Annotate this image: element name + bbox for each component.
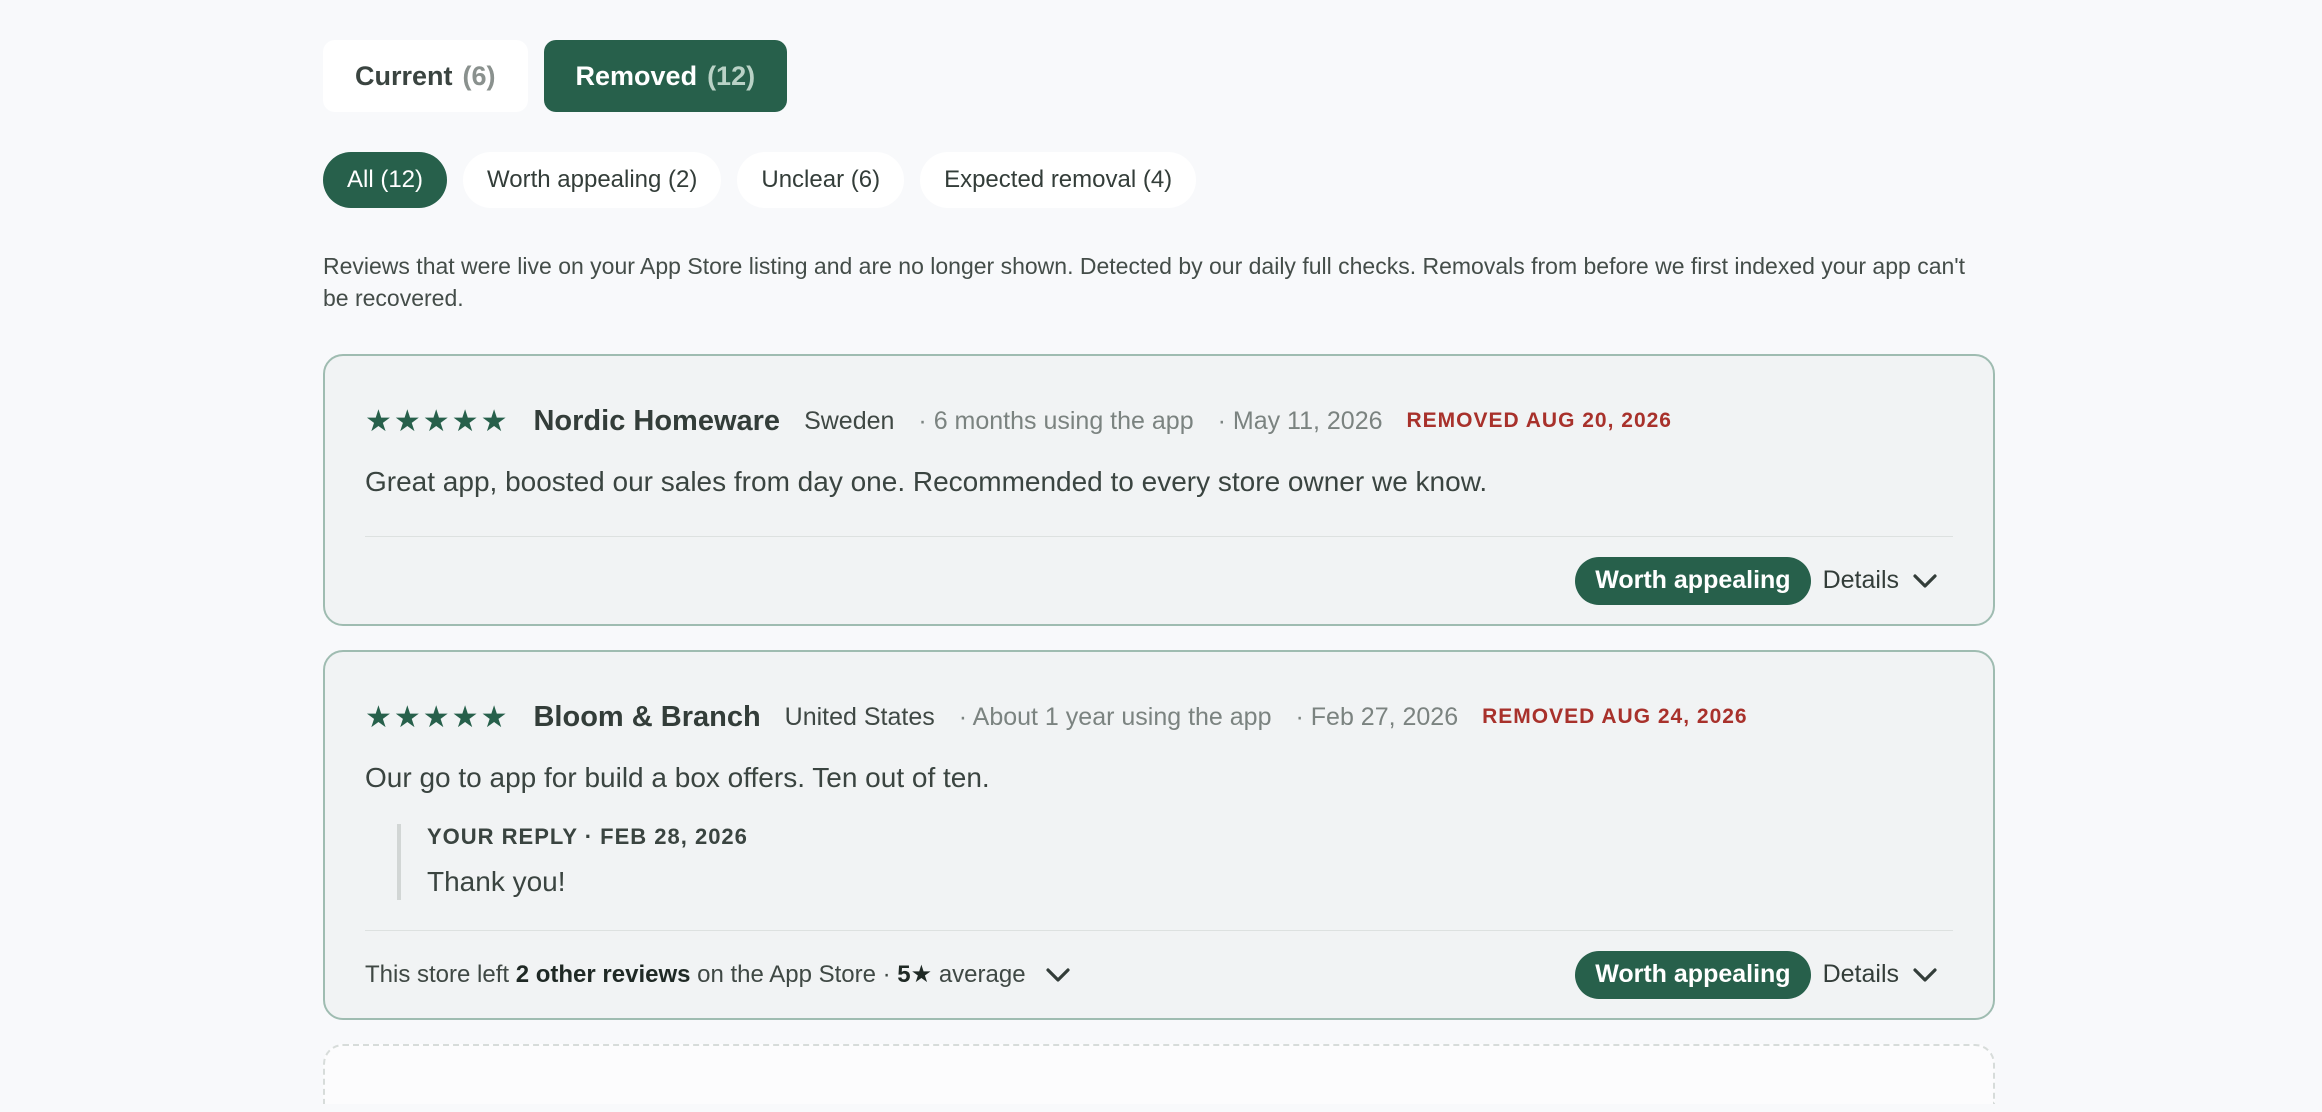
filter-pills: All (12) Worth appealing (2) Unclear (6)… [323, 152, 1995, 208]
chevron-down-icon [1913, 967, 1937, 982]
details-label: Details [1822, 960, 1899, 988]
reply-label: YOUR REPLY · FEB 28, 2026 [427, 824, 748, 849]
removed-date: REMOVED AUG 20, 2026 [1406, 409, 1672, 432]
chevron-down-icon [1913, 573, 1937, 588]
review-header: ★★★★★ Nordic Homeware Sweden · 6 months … [365, 356, 1953, 444]
usage-duration: · About 1 year using the app [958, 702, 1272, 731]
tab-label: Current [355, 60, 453, 91]
filter-unclear[interactable]: Unclear (6) [737, 152, 905, 208]
tab-count: (12) [707, 60, 756, 91]
review-header: ★★★★★ Bloom & Branch United States · Abo… [365, 652, 1953, 740]
removed-reviews-page: Current (6) Removed (12) All (12) Worth … [323, 40, 1995, 1104]
other-reviews-count: 2 other reviews [515, 960, 691, 988]
details-toggle[interactable]: Details [1823, 960, 1937, 989]
footer-suffix: average [932, 960, 1026, 988]
review-card: ★★★★★ Nordic Homeware Sweden · 6 months … [323, 354, 1995, 626]
review-footer: This store left 2 other reviews on the A… [365, 930, 1953, 1018]
review-date: · May 11, 2026 [1217, 406, 1383, 435]
filter-all[interactable]: All (12) [323, 152, 448, 208]
review-text: Our go to app for build a box offers. Te… [365, 762, 990, 793]
review-card-partial [323, 1044, 1995, 1104]
worth-appealing-badge[interactable]: Worth appealing [1575, 556, 1811, 605]
tab-removed[interactable]: Removed (12) [543, 40, 788, 112]
footer-prefix: This store left [365, 960, 516, 988]
details-toggle[interactable]: Details [1823, 566, 1937, 595]
review-footer: Worth appealing Details [365, 536, 1953, 624]
review-card: ★★★★★ Bloom & Branch United States · Abo… [323, 650, 1995, 1020]
store-country: United States [784, 702, 935, 731]
usage-duration: · 6 months using the app [918, 406, 1194, 435]
tab-label: Removed [575, 60, 698, 91]
section-description: Reviews that were live on your App Store… [323, 253, 1966, 311]
review-date: · Feb 27, 2026 [1295, 702, 1459, 731]
tab-current[interactable]: Current (6) [323, 40, 528, 112]
store-reply: YOUR REPLY · FEB 28, 2026 Thank you! [397, 824, 1953, 900]
tab-count: (6) [462, 60, 496, 91]
review-actions: Worth appealing Details [1575, 556, 1937, 605]
filter-expected-removal[interactable]: Expected removal (4) [920, 152, 1197, 208]
store-name: Bloom & Branch [533, 700, 761, 733]
star-rating: ★★★★★ [365, 700, 510, 734]
store-country: Sweden [804, 406, 895, 435]
review-text: Great app, boosted our sales from day on… [365, 466, 1488, 497]
star-rating: ★★★★★ [365, 404, 510, 438]
details-label: Details [1822, 566, 1899, 594]
store-name: Nordic Homeware [533, 404, 781, 437]
review-tabs: Current (6) Removed (12) [323, 40, 1995, 112]
chevron-down-icon [1045, 967, 1070, 982]
other-reviews-toggle[interactable]: This store left 2 other reviews on the A… [365, 960, 1070, 989]
average-rating: 5★ [897, 961, 933, 988]
footer-mid: on the App Store · [690, 960, 898, 988]
removed-date: REMOVED AUG 24, 2026 [1482, 705, 1748, 728]
filter-worth-appealing[interactable]: Worth appealing (2) [463, 152, 722, 208]
worth-appealing-badge[interactable]: Worth appealing [1575, 950, 1811, 999]
review-actions: Worth appealing Details [1575, 950, 1937, 999]
reply-text: Thank you! [427, 866, 566, 897]
